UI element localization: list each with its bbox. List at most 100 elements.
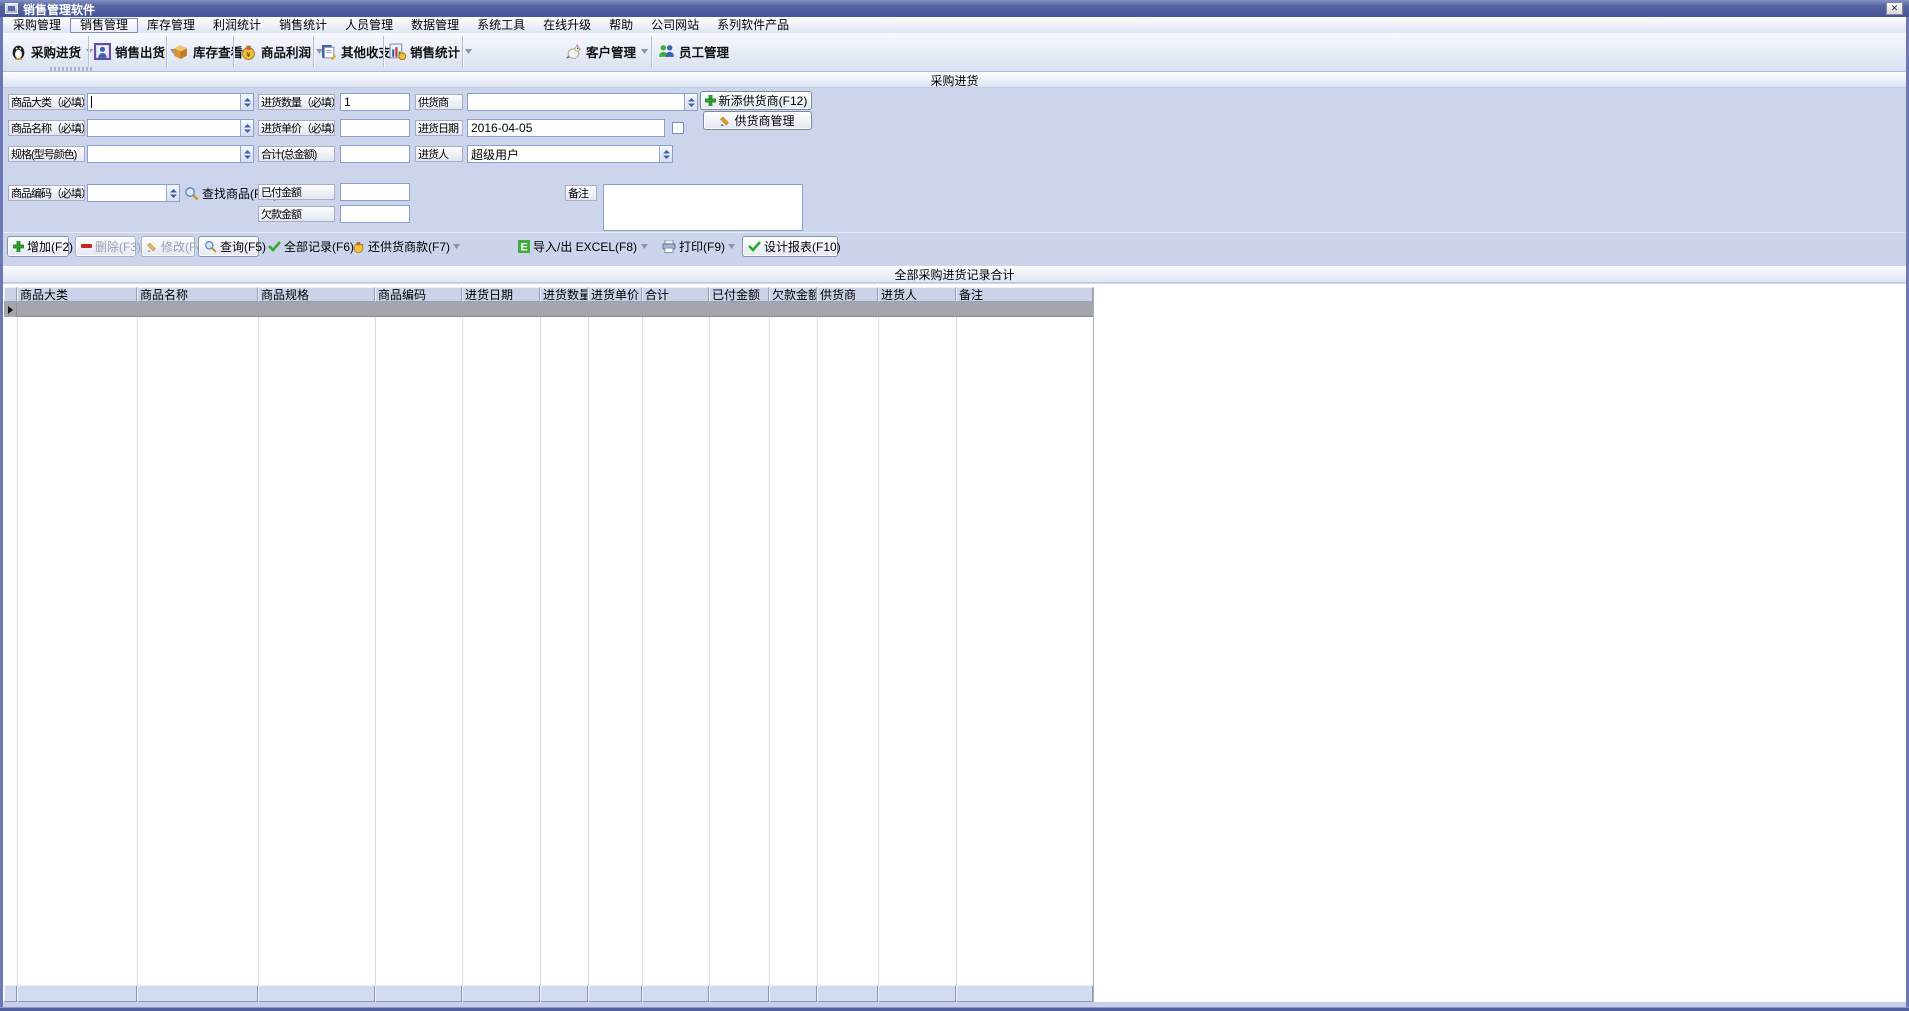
column-header[interactable]: 备注 [956,287,1093,302]
column-header[interactable]: 商品编码 [375,287,462,302]
printer-icon [662,240,676,253]
spec-input[interactable] [87,145,254,163]
print-button[interactable]: 打印(F9) [657,236,735,257]
toolbar-button-customer-mgmt[interactable]: 客户管理 [565,37,649,66]
plus-icon [705,95,716,106]
check-icon [268,241,281,252]
plus-icon [13,241,24,252]
all-records-button[interactable]: 全部记录(F6) [263,236,343,257]
menu-item-product-series[interactable]: 系列软件产品 [708,18,798,33]
text-cursor [91,96,92,108]
two-people-icon [658,43,675,60]
spec-dropdown-button[interactable] [240,146,253,162]
menu-item-purchase-mgmt[interactable]: 采购管理 [4,18,70,33]
search-icon [184,186,199,201]
toolbar-button-staff-mgmt[interactable]: 员工管理 [658,37,729,66]
minus-icon [81,244,92,249]
paid-amount-input[interactable] [340,183,410,201]
chevron-down-icon[interactable] [464,37,473,66]
chevron-down-icon[interactable] [85,37,94,66]
column-header[interactable]: 进货人 [878,287,956,302]
gridline [709,317,710,985]
edit-record-button[interactable]: 修改(F4) [141,236,195,257]
chevron-down-icon[interactable] [453,236,460,257]
column-header[interactable]: 供货商 [817,287,878,302]
remark-textarea[interactable] [603,184,803,231]
column-header[interactable]: 合计 [642,287,709,302]
excel-import-export-button[interactable]: E 导入/出 EXCEL(F8) [513,236,653,257]
repay-supplier-button[interactable]: 还供货商款(F7) [347,236,449,257]
toolbar-separator [462,36,463,67]
product-name-combobox[interactable] [87,119,254,137]
product-name-dropdown-button[interactable] [240,120,253,136]
close-button[interactable]: ✕ [1886,2,1903,15]
column-header[interactable]: 商品名称 [137,287,258,302]
column-header[interactable]: 进货数量 [540,287,588,302]
stock-box-icon [172,43,189,60]
chevron-down-icon[interactable] [640,236,648,257]
summary-cell [375,985,462,1002]
menu-item-stock-mgmt[interactable]: 库存管理 [138,18,204,33]
toolbar-button-purchase-in[interactable]: 采购进货 [10,37,94,66]
delete-record-button[interactable]: 删除(F3) [75,236,136,257]
buyer-input[interactable] [467,145,673,163]
menu-item-system-tools[interactable]: 系统工具 [468,18,534,33]
column-header[interactable]: 进货日期 [462,287,540,302]
records-section-header: 全部采购进货记录合计 [0,266,1909,283]
buyer-dropdown-button[interactable] [659,146,672,162]
toolbar-button-sales-stats[interactable]: 销售统计 [389,37,473,66]
category-combobox[interactable] [87,93,254,111]
menu-item-sales-mgmt[interactable]: 销售管理 [70,18,138,33]
application-window: 销售管理软件 ✕ 采购管理 销售管理 库存管理 利润统计 销售统计 人员管理 数… [0,0,1909,1011]
menu-item-online-upgrade[interactable]: 在线升级 [534,18,600,33]
category-input[interactable] [87,93,254,111]
menu-item-company-site[interactable]: 公司网站 [642,18,708,33]
manage-supplier-label: 供货商管理 [734,112,794,129]
summary-cell [462,985,540,1002]
date-picker-checkbox[interactable] [672,122,684,134]
column-header[interactable]: 商品规格 [258,287,375,302]
menu-item-help[interactable]: 帮助 [600,18,642,33]
toolbar-separator [313,36,314,67]
purchase-date-input[interactable] [467,119,665,137]
spec-combobox[interactable] [87,145,254,163]
selected-row[interactable] [4,302,1093,317]
product-name-input[interactable] [87,119,254,137]
toolbar-button-other-expense[interactable]: 其他收支 [320,37,391,66]
gridline [540,317,541,985]
app-icon [5,3,18,14]
summary-cell [17,985,137,1002]
spinner-arrows-icon [170,189,177,198]
unit-price-input[interactable] [340,119,410,137]
chevron-down-icon[interactable] [728,236,735,257]
add-supplier-button[interactable]: 新添供货商(F12) [700,91,812,110]
menu-item-data-mgmt[interactable]: 数据管理 [402,18,468,33]
category-dropdown-button[interactable] [240,94,253,110]
add-supplier-label: 新添供货商(F12) [719,92,808,109]
paid-amount-label: 已付金额 [258,184,335,200]
column-header[interactable]: 商品大类 [17,287,137,302]
product-code-dropdown-button[interactable] [166,185,179,201]
owed-amount-input[interactable] [340,205,410,223]
supplier-combobox[interactable] [467,93,698,111]
manage-supplier-button[interactable]: 供货商管理 [703,111,812,130]
design-report-button[interactable]: 设计报表(F10) [742,236,838,257]
menu-item-personnel-mgmt[interactable]: 人员管理 [336,18,402,33]
window-title: 销售管理软件 [23,1,95,18]
column-header[interactable]: 进货单价 [588,287,642,302]
product-code-combobox[interactable] [87,184,180,202]
purchase-section-title: 采购进货 [930,72,978,89]
menu-item-profit-stats[interactable]: 利润统计 [204,18,270,33]
menu-item-sales-stats[interactable]: 销售统计 [270,18,336,33]
column-header[interactable]: 已付金额 [709,287,769,302]
column-header[interactable]: 欠款金额 [769,287,817,302]
add-record-button[interactable]: 增加(F2) [7,236,69,257]
buyer-combobox[interactable] [467,145,673,163]
total-input[interactable] [340,145,410,163]
query-button[interactable]: 查询(F5) [198,236,259,257]
toolbar-button-product-profit[interactable]: ¥ 商品利润 [240,37,324,66]
qty-input[interactable] [340,93,410,111]
chevron-down-icon[interactable] [640,37,649,66]
supplier-input[interactable] [467,93,698,111]
supplier-dropdown-button[interactable] [684,94,697,110]
